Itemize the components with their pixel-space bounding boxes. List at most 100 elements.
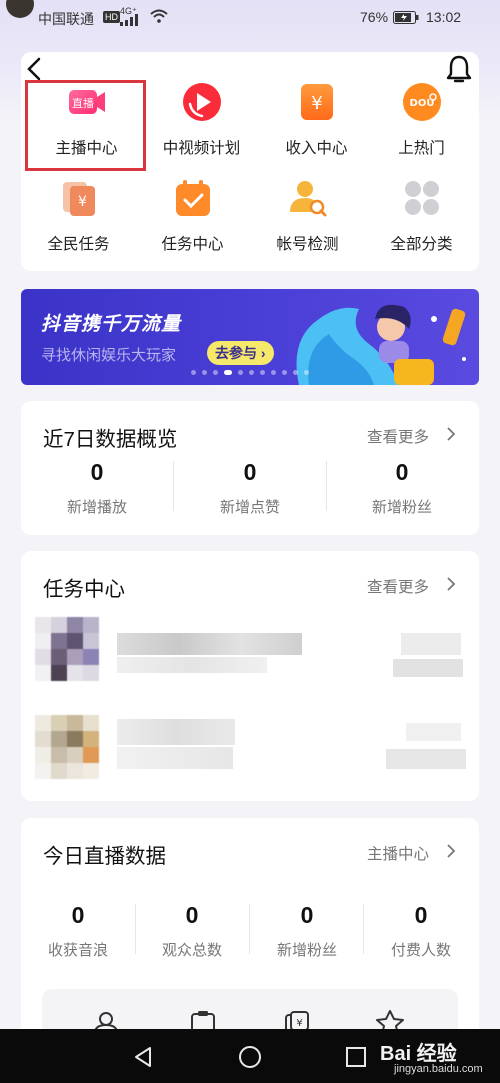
yen-cards-icon: ¥ bbox=[62, 182, 95, 216]
menu-item-income-center[interactable]: ¥ 收入中心 bbox=[259, 82, 374, 172]
stat-value: 0 bbox=[414, 902, 428, 928]
play-video-icon bbox=[182, 83, 221, 121]
stat-value: 0 bbox=[185, 902, 199, 928]
clock: 13:02 bbox=[426, 9, 462, 25]
pagination-dot bbox=[271, 370, 276, 375]
bell-icon[interactable] bbox=[445, 54, 473, 84]
menu-item-label: 全部分类 bbox=[390, 236, 453, 253]
stat-label: 新增点赞 bbox=[219, 499, 280, 516]
battery-icon bbox=[393, 11, 419, 24]
pagination-dot bbox=[249, 370, 254, 375]
stat-value: 0 bbox=[243, 459, 257, 485]
chevron-right-icon bbox=[447, 577, 456, 591]
nav-home-icon[interactable] bbox=[238, 1045, 262, 1069]
stat-total-viewers: 0 观众总数 bbox=[135, 902, 249, 960]
menu-item-public-tasks[interactable]: ¥ 全民任务 bbox=[21, 178, 136, 268]
task-thumbnail-blurred bbox=[35, 715, 100, 780]
pagination-dot bbox=[238, 370, 243, 375]
menu-item-label: 全民任务 bbox=[47, 236, 110, 253]
user-search-icon bbox=[289, 181, 326, 217]
banner-join-button[interactable]: 去参与 › bbox=[207, 341, 274, 365]
blurred-text bbox=[406, 723, 461, 741]
chevron-right-icon bbox=[447, 844, 456, 858]
menu-item-account-check[interactable]: 帐号检测 bbox=[250, 178, 365, 268]
menu-item-label: 任务中心 bbox=[161, 236, 224, 253]
watermark-url: jingyan.baidu.com bbox=[394, 1063, 483, 1075]
blurred-text bbox=[117, 719, 235, 745]
menu-item-label: 收入中心 bbox=[285, 140, 348, 157]
menu-item-label: 中视频计划 bbox=[162, 140, 241, 157]
status-bar: 中国联通 HD 4G⁺ 76% 13:02 bbox=[0, 0, 500, 34]
tasks-more-link[interactable]: 查看更多 bbox=[367, 575, 429, 597]
stat-new-fans-live: 0 新增粉丝 bbox=[250, 902, 364, 960]
stat-label: 新增粉丝 bbox=[371, 499, 432, 516]
blurred-text bbox=[117, 747, 233, 769]
live-data-title: 今日直播数据 bbox=[43, 845, 166, 868]
task-row-blurred[interactable] bbox=[21, 615, 479, 685]
stat-value: 0 bbox=[90, 459, 104, 485]
menu-item-task-center[interactable]: 任务中心 bbox=[135, 178, 250, 268]
pagination-dot bbox=[282, 370, 287, 375]
menu-item-mid-video[interactable]: 中视频计划 bbox=[144, 82, 259, 172]
watermark-logo: Bai 经验 bbox=[380, 1043, 457, 1065]
signal-icon bbox=[120, 14, 138, 26]
stat-value: 0 bbox=[71, 902, 85, 928]
stat-new-fans: 0 新增粉丝 bbox=[326, 459, 478, 517]
menu-item-label: 帐号检测 bbox=[276, 236, 339, 253]
banner-title: 抖音携千万流量 bbox=[41, 314, 182, 335]
stat-label: 新增播放 bbox=[66, 499, 127, 516]
svg-text:¥: ¥ bbox=[311, 93, 322, 114]
blurred-text bbox=[386, 749, 466, 769]
pagination-dot bbox=[191, 370, 196, 375]
pagination-dot-active bbox=[224, 370, 232, 375]
stat-value: 0 bbox=[395, 459, 409, 485]
chevron-right-icon bbox=[447, 427, 456, 441]
blurred-text bbox=[117, 657, 267, 673]
battery-percent: 76% bbox=[360, 9, 389, 25]
menu-item-dou-plus[interactable]: DOU 上热门 bbox=[364, 82, 479, 172]
menu-item-label: 上热门 bbox=[398, 140, 445, 157]
overview-title: 近7日数据概览 bbox=[43, 428, 178, 451]
pagination-dot bbox=[260, 370, 265, 375]
nav-recents-icon[interactable] bbox=[345, 1046, 367, 1068]
nav-back-icon[interactable] bbox=[133, 1046, 153, 1068]
task-row-blurred[interactable] bbox=[21, 711, 479, 781]
hd-badge: HD bbox=[103, 11, 120, 23]
calendar-check-icon bbox=[175, 180, 210, 216]
avatar bbox=[6, 0, 34, 18]
svg-text:¥: ¥ bbox=[296, 1018, 302, 1029]
stat-label: 新增粉丝 bbox=[276, 942, 337, 959]
grid-dots-icon bbox=[404, 181, 439, 215]
wifi-icon bbox=[150, 9, 168, 23]
highlight-box bbox=[25, 80, 146, 171]
stat-new-plays: 0 新增播放 bbox=[21, 459, 173, 517]
banner-subtitle: 寻找休闲娱乐大玩家 bbox=[41, 347, 177, 364]
back-arrow-icon[interactable] bbox=[24, 55, 46, 83]
pagination-dot bbox=[213, 370, 218, 375]
pagination-dot bbox=[304, 370, 309, 375]
task-center-card: 任务中心 查看更多 bbox=[21, 551, 479, 801]
blurred-text bbox=[117, 633, 302, 655]
live-anchor-center-link[interactable]: 主播中心 bbox=[367, 842, 429, 864]
svg-text:¥: ¥ bbox=[78, 194, 87, 210]
menu-item-all-categories[interactable]: 全部分类 bbox=[364, 178, 479, 268]
blurred-text bbox=[401, 633, 461, 655]
pagination-dot bbox=[293, 370, 298, 375]
overview-more-link[interactable]: 查看更多 bbox=[367, 425, 429, 447]
carrier-name: 中国联通 bbox=[38, 11, 94, 27]
overview-card: 近7日数据概览 查看更多 0 新增播放 0 新增点赞 0 新增粉丝 bbox=[21, 401, 479, 535]
stat-label: 付费人数 bbox=[390, 942, 451, 959]
yen-income-icon: ¥ bbox=[300, 84, 333, 120]
blurred-text bbox=[393, 659, 463, 677]
stat-label: 观众总数 bbox=[161, 942, 222, 959]
task-center-title: 任务中心 bbox=[43, 578, 125, 601]
stat-sound-waves: 0 收获音浪 bbox=[21, 902, 135, 960]
task-thumbnail-blurred bbox=[35, 617, 100, 682]
tools-menu-card: 直播 主播中心 中视频计划 ¥ 收入中心 DOU 上热门 ¥ 全民任务 任务中心… bbox=[21, 52, 479, 271]
dou-plus-icon: DOU bbox=[402, 83, 441, 121]
promo-banner[interactable]: 抖音携千万流量 寻找休闲娱乐大玩家 去参与 › bbox=[21, 289, 479, 385]
stat-label: 收获音浪 bbox=[47, 942, 108, 959]
banner-pagination bbox=[191, 370, 309, 376]
pagination-dot bbox=[202, 370, 207, 375]
stat-value: 0 bbox=[300, 902, 314, 928]
